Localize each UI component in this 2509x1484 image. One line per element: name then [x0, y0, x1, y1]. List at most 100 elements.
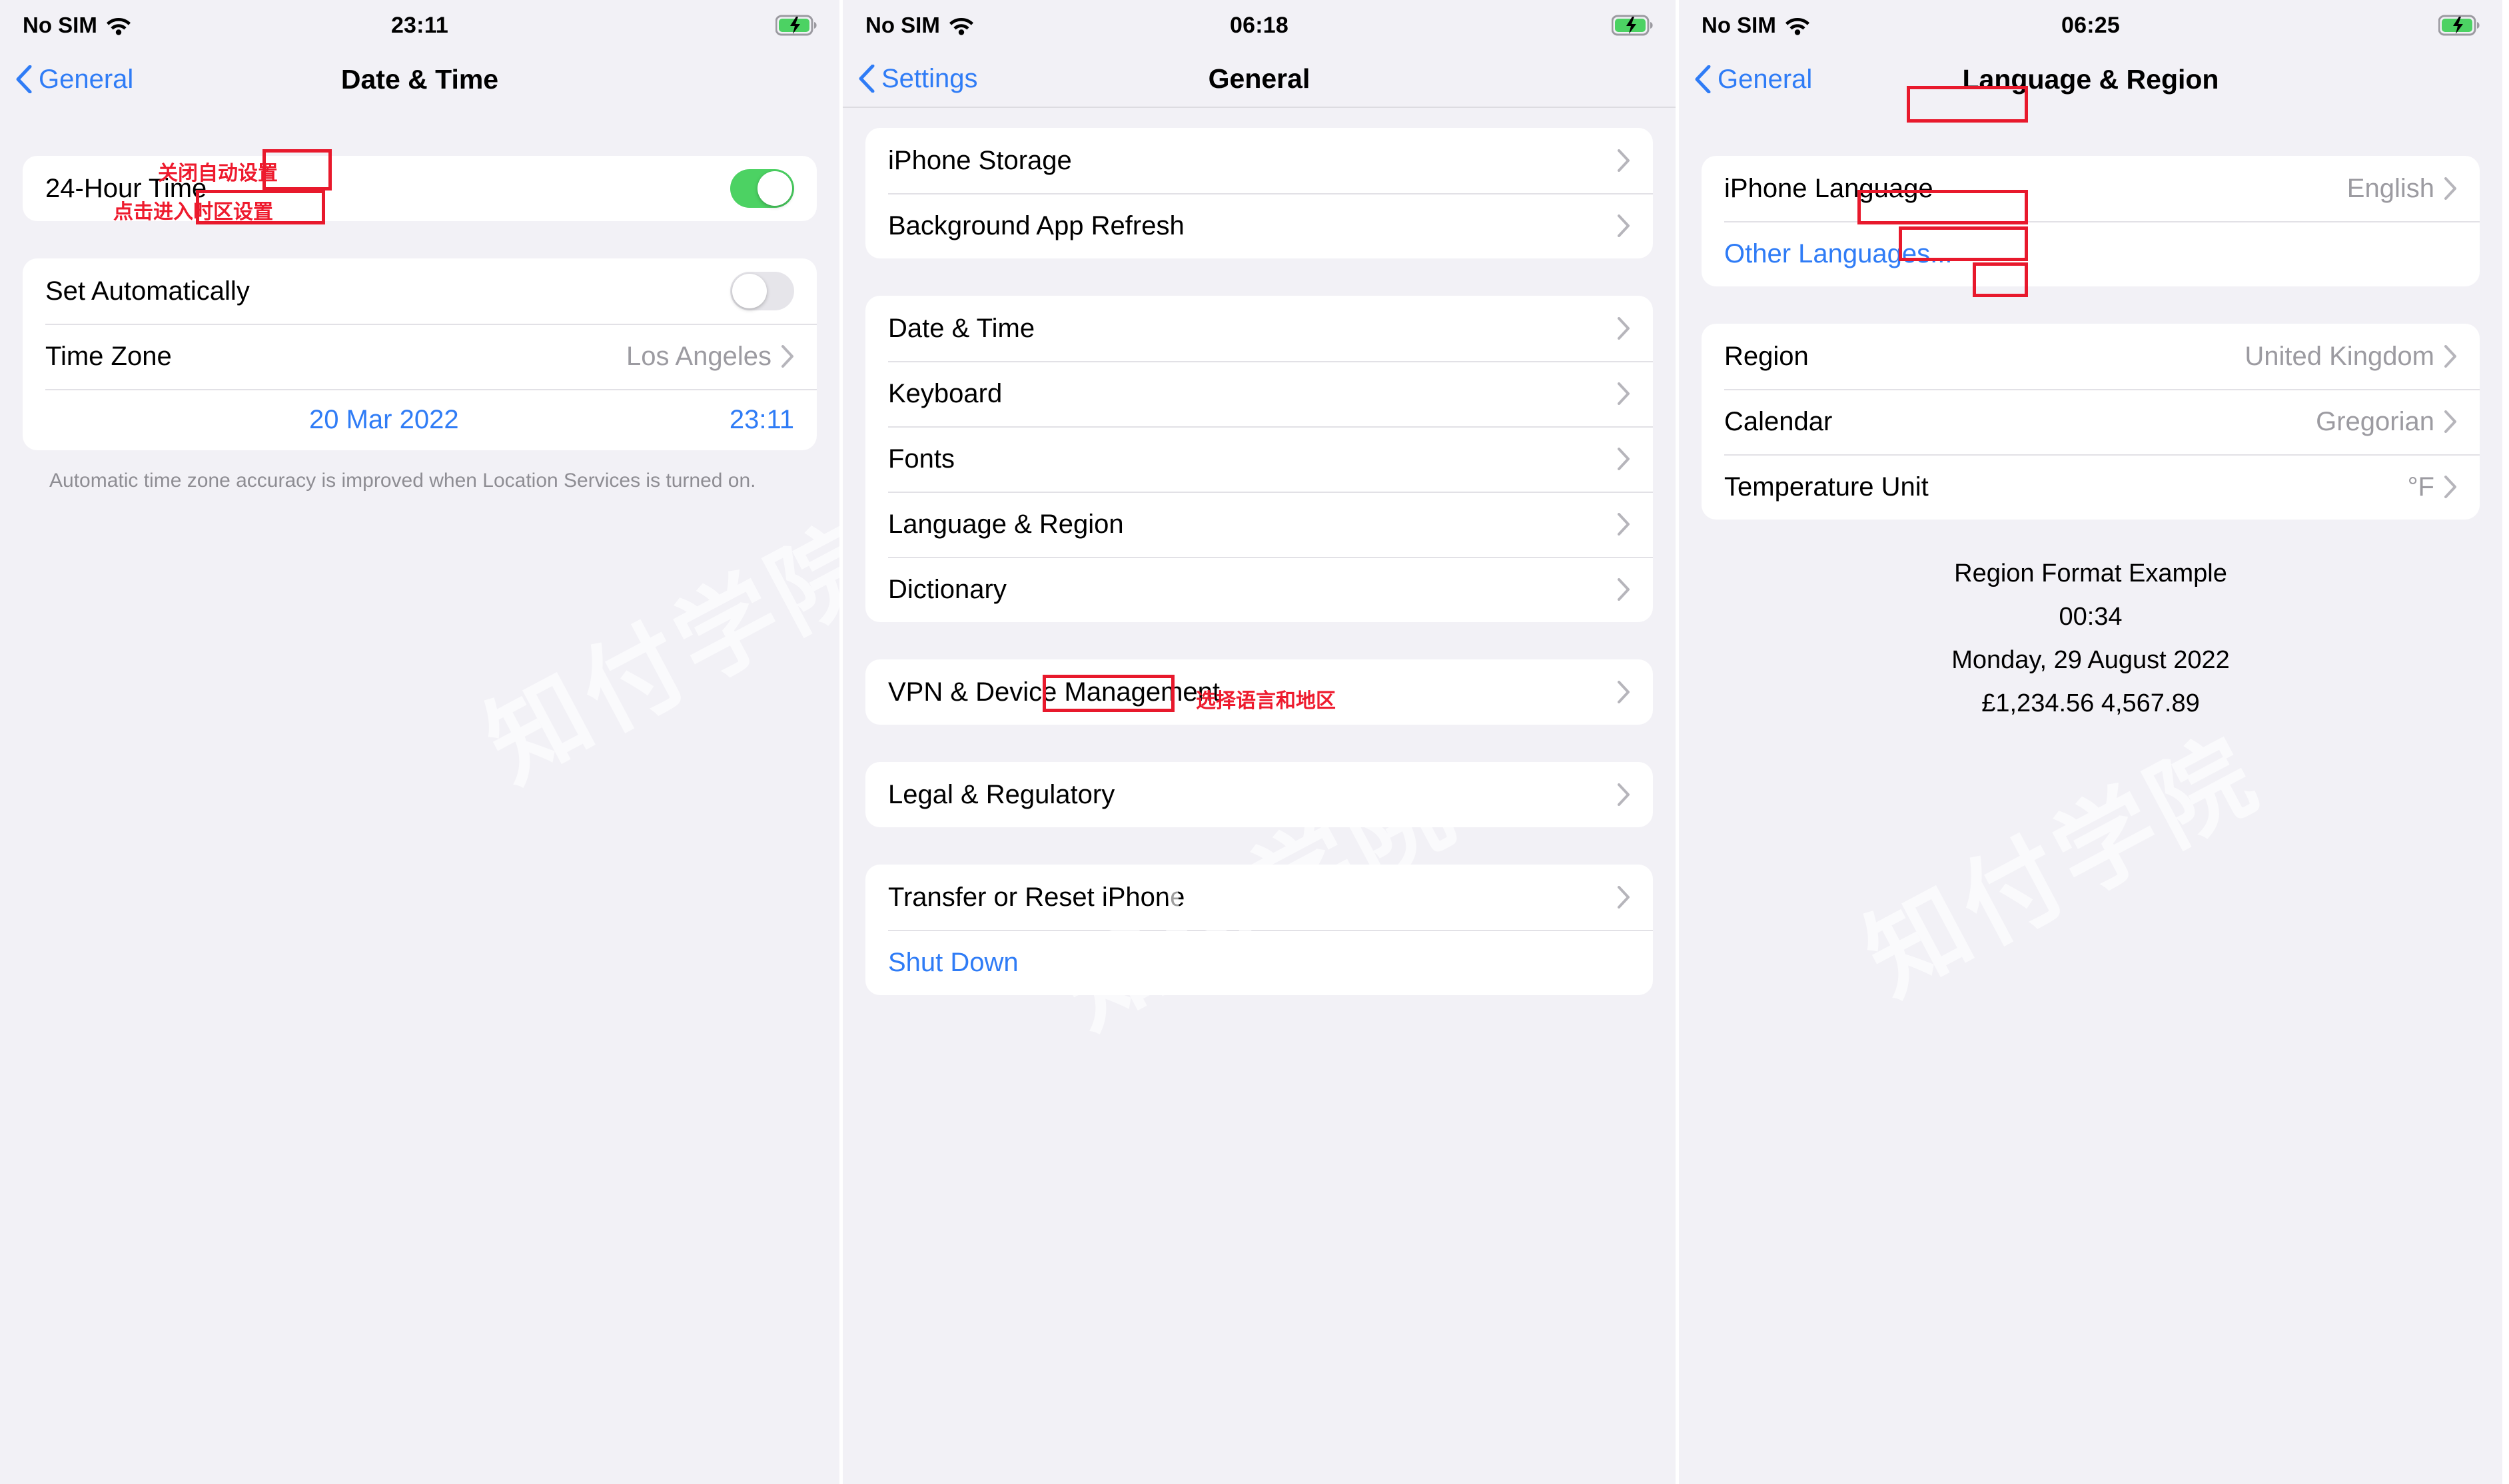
row-iphone-storage[interactable]: iPhone Storage — [865, 128, 1653, 193]
group-storage: iPhone Storage Background App Refresh — [865, 128, 1653, 258]
three-phone-screenshots: No SIM 23:11 General Date & Time 24-Hour… — [0, 0, 2509, 1484]
calendar-value: Gregorian — [2316, 406, 2434, 436]
battery-charging-icon — [2438, 15, 2480, 36]
chevron-right-icon — [1617, 317, 1630, 340]
annotation-text-enter-timezone: 点击进入时区设置 — [113, 201, 273, 223]
phone-screen-date-time: No SIM 23:11 General Date & Time 24-Hour… — [0, 0, 839, 1484]
chevron-right-icon — [1617, 149, 1630, 172]
watermark: 知付学院 — [1847, 716, 2277, 1015]
toggle-set-automatically[interactable] — [730, 272, 794, 310]
picker-time-value[interactable]: 23:11 — [730, 405, 794, 435]
chevron-right-icon — [1617, 886, 1630, 909]
row-iphone-language[interactable]: iPhone Language English — [1702, 156, 2480, 221]
row-right — [1617, 149, 1630, 172]
row-right — [1617, 513, 1630, 536]
row-right: Gregorian — [2316, 407, 2457, 437]
carrier-label: No SIM — [23, 13, 97, 37]
row-label: Set Automatically — [45, 276, 250, 306]
row-shut-down[interactable]: Shut Down — [865, 930, 1653, 995]
navigation-bar: General Date & Time — [0, 51, 839, 108]
region-format-example: Region Format Example 00:34 Monday, 29 A… — [1702, 520, 2480, 718]
group-language: iPhone Language English Other Languages.… — [1702, 156, 2480, 286]
row-temperature-unit[interactable]: Temperature Unit °F — [1702, 454, 2480, 520]
row-right — [1617, 448, 1630, 470]
toggle-24-hour-time[interactable] — [730, 169, 794, 208]
picker-date-value[interactable]: 20 Mar 2022 — [309, 405, 459, 435]
row-background-app-refresh[interactable]: Background App Refresh — [865, 193, 1653, 258]
row-label: Dictionary — [888, 574, 1007, 604]
chevron-right-icon — [1617, 382, 1630, 405]
row-right — [730, 272, 794, 310]
row-right — [1617, 317, 1630, 340]
battery-charging-icon — [1612, 15, 1653, 36]
chevron-left-icon — [16, 65, 32, 93]
row-calendar[interactable]: Calendar Gregorian — [1702, 389, 2480, 454]
row-right: °F — [2408, 472, 2457, 502]
row-transfer-or-reset[interactable]: Transfer or Reset iPhone — [865, 865, 1653, 930]
chevron-right-icon — [1617, 214, 1630, 237]
back-button-label: Settings — [881, 63, 978, 93]
iphone-language-value: English — [2346, 173, 2434, 203]
status-bar: No SIM 06:25 — [1679, 0, 2502, 51]
chevron-right-icon — [781, 345, 794, 368]
temperature-unit-value: °F — [2407, 472, 2434, 502]
group-region: Region United Kingdom Calendar Gregorian… — [1702, 324, 2480, 520]
back-button-label: General — [39, 64, 134, 94]
row-right — [730, 169, 794, 208]
row-right: Los Angeles — [626, 342, 794, 372]
row-date-time[interactable]: Date & Time — [865, 296, 1653, 361]
navigation-bar: Settings General — [843, 51, 1676, 108]
chevron-left-icon — [859, 65, 875, 93]
group-legal: Legal & Regulatory — [865, 762, 1653, 827]
chevron-right-icon — [2444, 345, 2457, 368]
row-date-time-picker[interactable]: 20 Mar 2022 23:11 — [23, 389, 817, 450]
row-right — [1617, 783, 1630, 806]
row-keyboard[interactable]: Keyboard — [865, 361, 1653, 426]
row-time-zone[interactable]: Time Zone Los Angeles — [23, 324, 817, 389]
phone-screen-general: No SIM 06:18 Settings General iPhone Sto… — [839, 0, 1679, 1484]
row-label: iPhone Language — [1724, 173, 1933, 203]
chevron-right-icon — [1617, 578, 1630, 601]
carrier-label: No SIM — [1702, 13, 1776, 37]
status-left: No SIM — [865, 13, 975, 38]
group-auto-timezone: Set Automatically Time Zone Los Angeles — [23, 258, 817, 450]
wifi-icon — [948, 15, 975, 35]
watermark: 知付学院 — [468, 503, 839, 802]
row-label: Time Zone — [45, 341, 172, 371]
row-right — [1617, 886, 1630, 909]
row-right: English — [2347, 174, 2457, 204]
annotation-text-close-auto: 关闭自动设置 — [158, 163, 278, 185]
back-button-general[interactable]: General — [1695, 65, 1812, 95]
annotation-text-select-language: 选择语言和地区 — [1196, 690, 1336, 712]
timezone-footnote: Automatic time zone accuracy is improved… — [49, 470, 756, 492]
chevron-right-icon — [1617, 448, 1630, 470]
row-label: Calendar — [1724, 406, 1833, 436]
back-button-settings[interactable]: Settings — [859, 64, 978, 94]
status-left: No SIM — [1702, 13, 1811, 38]
settings-content: iPhone Storage Background App Refresh Da… — [843, 108, 1676, 995]
row-dictionary[interactable]: Dictionary — [865, 557, 1653, 622]
chevron-right-icon — [2444, 410, 2457, 433]
battery-charging-icon — [775, 15, 817, 36]
region-format-time: 00:34 — [2059, 603, 2123, 631]
region-format-title: Region Format Example — [1954, 559, 2227, 587]
row-label: Transfer or Reset iPhone — [888, 882, 1185, 912]
navigation-bar: General Language & Region — [1679, 51, 2502, 108]
settings-content: 24-Hour Time Set Automatically Time Zone — [0, 108, 839, 495]
row-legal-regulatory[interactable]: Legal & Regulatory — [865, 762, 1653, 827]
row-right — [1617, 578, 1630, 601]
row-label: Region — [1724, 341, 1809, 371]
row-label: Temperature Unit — [1724, 472, 1929, 502]
row-label: Date & Time — [888, 313, 1035, 343]
row-region[interactable]: Region United Kingdom — [1702, 324, 2480, 389]
row-set-automatically[interactable]: Set Automatically — [23, 258, 817, 324]
row-label: Other Languages... — [1724, 238, 1953, 268]
row-language-and-region[interactable]: Language & Region — [865, 492, 1653, 557]
row-other-languages[interactable]: Other Languages... — [1702, 221, 2480, 286]
chevron-right-icon — [1617, 783, 1630, 806]
row-label: Keyboard — [888, 378, 1003, 408]
group-localization: Date & Time Keyboard Fonts Language & Re… — [865, 296, 1653, 622]
row-right — [1617, 214, 1630, 237]
back-button-general[interactable]: General — [16, 65, 133, 95]
row-fonts[interactable]: Fonts — [865, 426, 1653, 492]
